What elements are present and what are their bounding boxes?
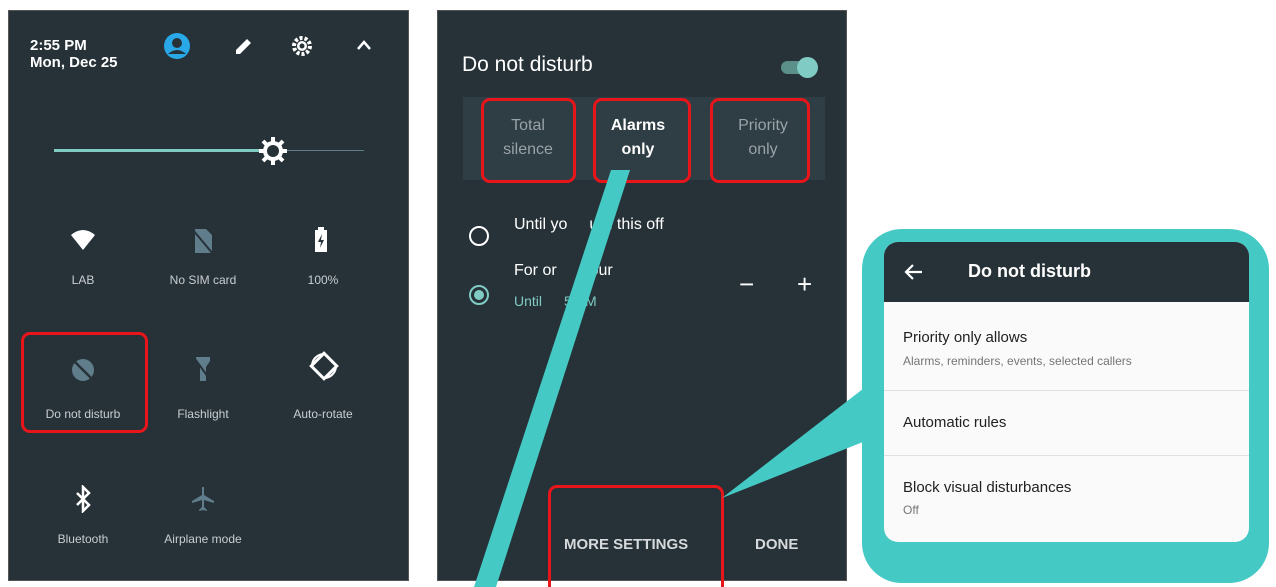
dnd-settings-screen: Do not disturb Priority only allows Alar… — [884, 242, 1249, 542]
setting-subtitle: Off — [903, 503, 919, 517]
setting-subtitle: Alarms, reminders, events, selected call… — [903, 354, 1132, 368]
settings-title: Do not disturb — [968, 261, 1091, 281]
callout-pointer-alarms — [474, 170, 630, 587]
settings-app-bar: Do not disturb — [884, 242, 1249, 302]
callout-pointer-settings — [722, 385, 868, 498]
setting-title: Block visual disturbances — [903, 479, 1072, 496]
setting-automatic-rules[interactable]: Automatic rules — [884, 391, 1249, 455]
back-arrow-icon[interactable] — [904, 263, 924, 281]
setting-title: Priority only allows — [903, 329, 1028, 346]
setting-priority-only-allows[interactable]: Priority only allows Alarms, reminders, … — [884, 302, 1249, 390]
setting-title: Automatic rules — [903, 414, 1007, 431]
setting-block-visual-disturbances[interactable]: Block visual disturbances Off — [884, 456, 1249, 542]
